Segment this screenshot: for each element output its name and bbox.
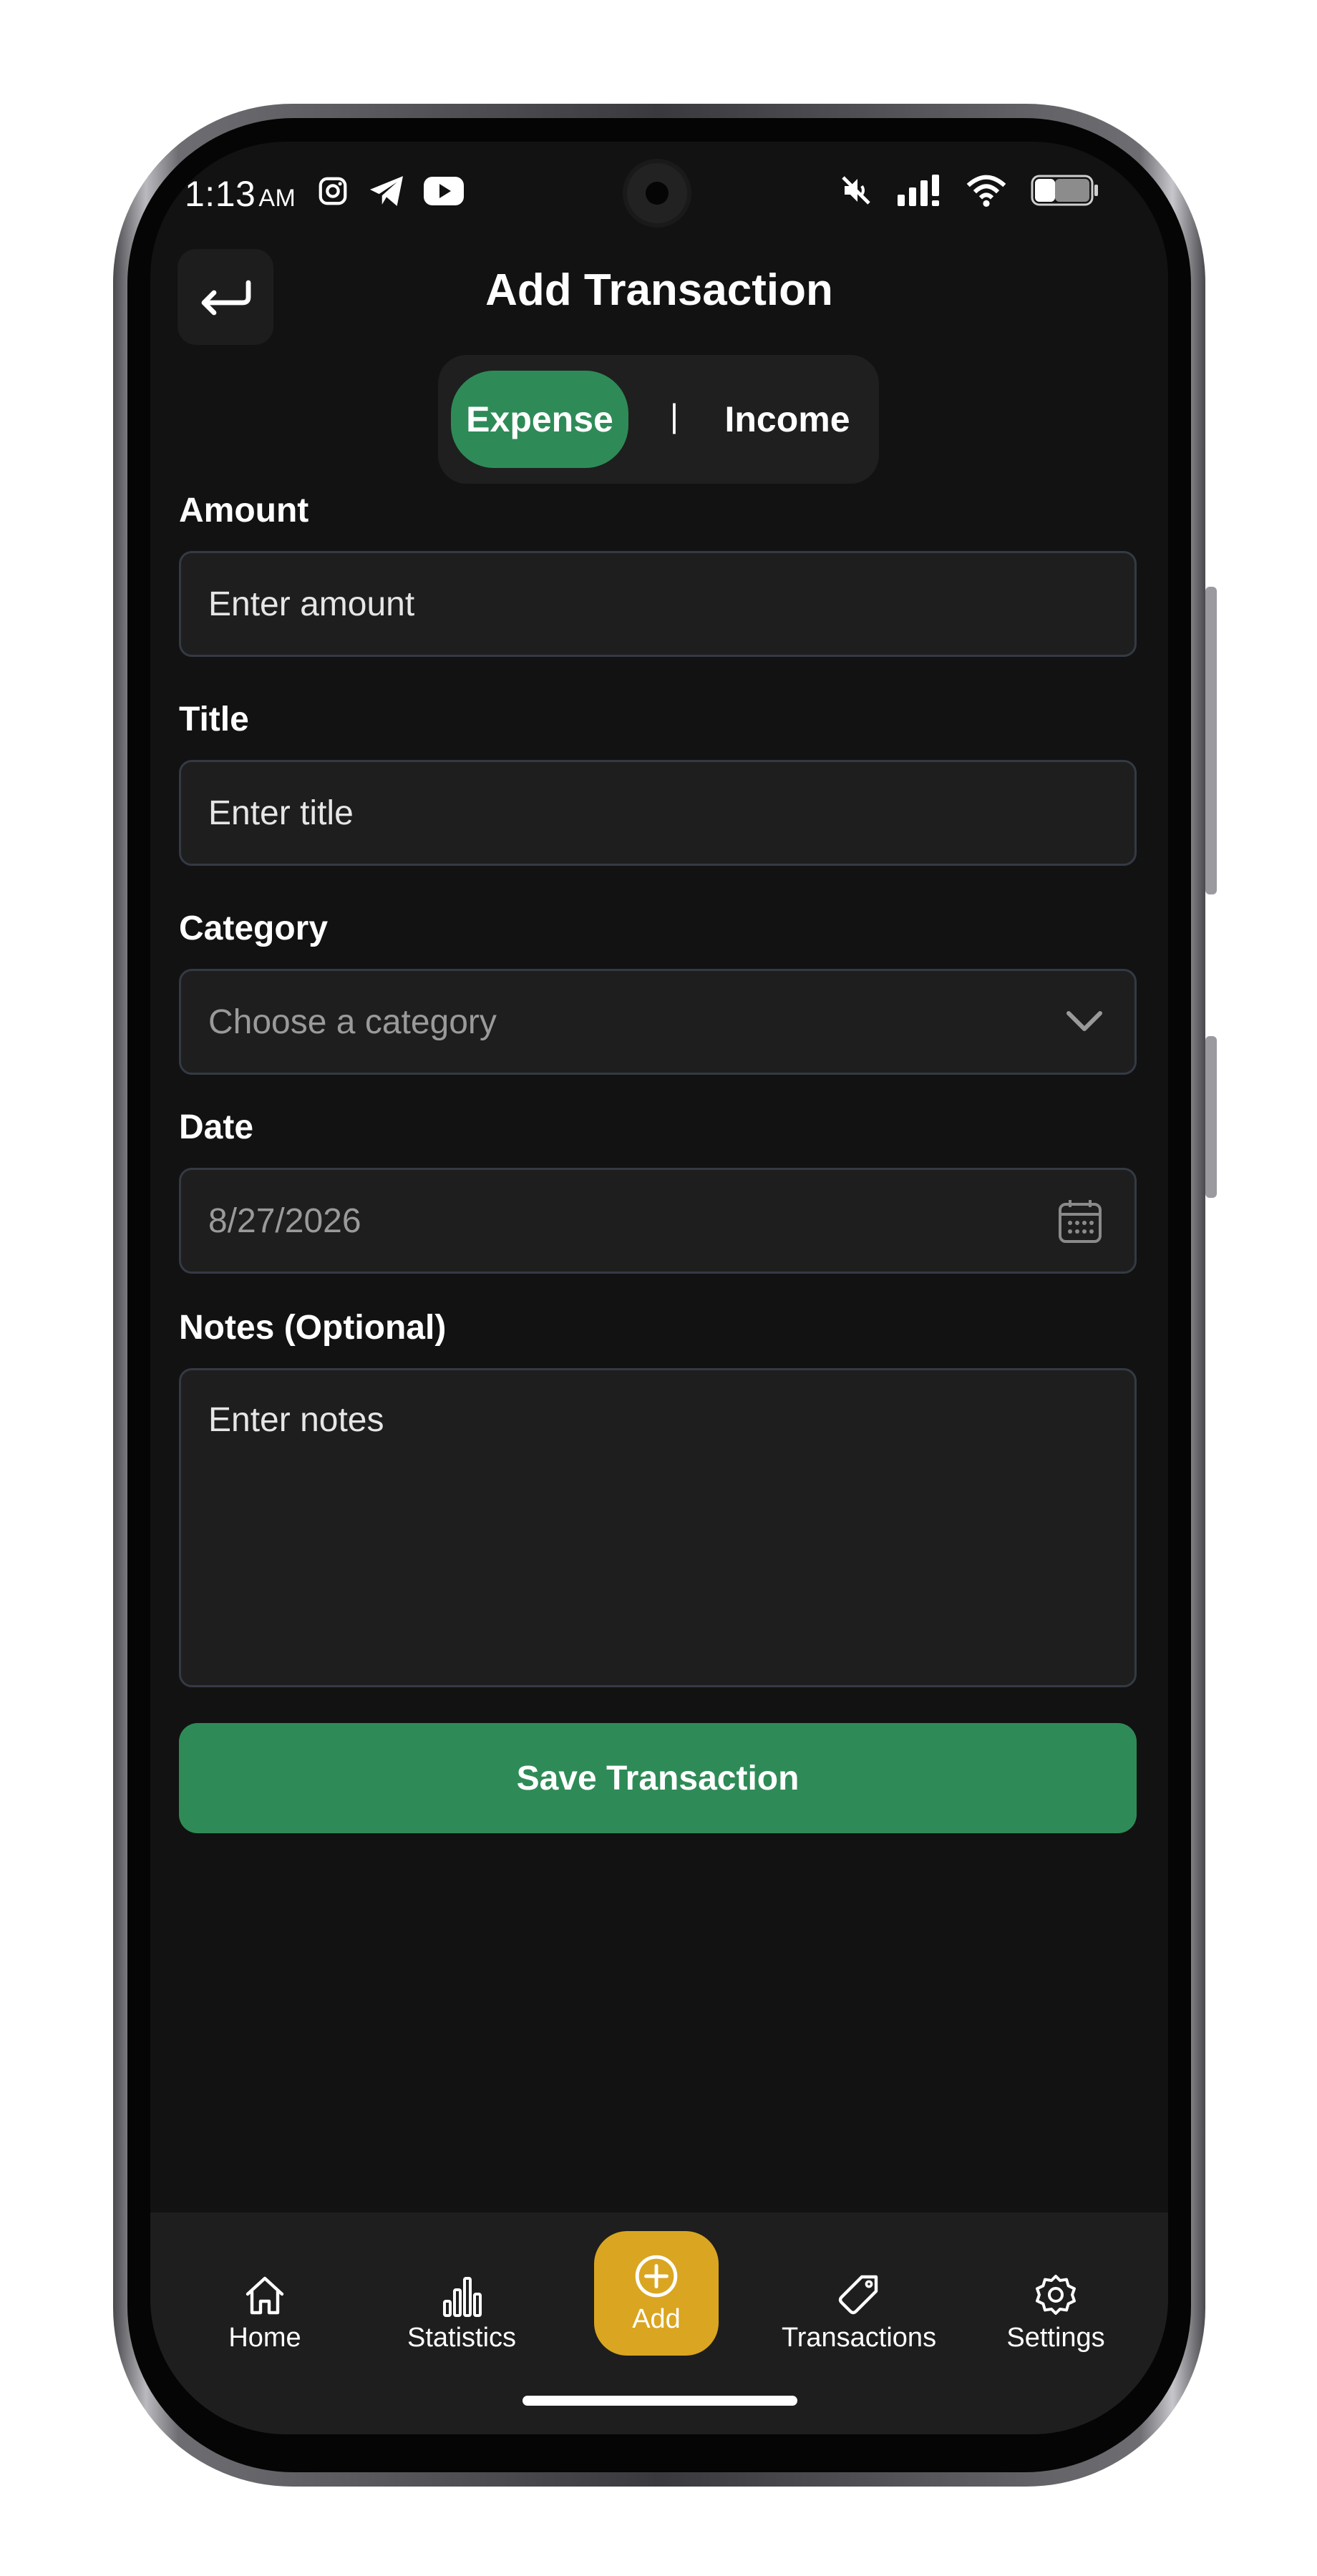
nav-transactions-label: Transactions	[781, 2322, 937, 2353]
status-time: 1:13 AM	[185, 174, 296, 214]
plus-circle-icon	[635, 2255, 678, 2297]
chevron-down-icon	[1066, 1011, 1102, 1031]
save-transaction-button[interactable]: Save Transaction	[179, 1723, 1137, 1833]
app-screen: 1:13 AM Add Transaction Expense | Income …	[150, 142, 1168, 2434]
home-icon	[246, 2276, 284, 2314]
nav-statistics-label: Statistics	[407, 2322, 517, 2353]
power-button	[1205, 1036, 1217, 1198]
gear-icon	[1036, 2274, 1076, 2315]
date-value: 8/27/2026	[208, 1201, 361, 1240]
amount-input[interactable]	[208, 553, 1053, 655]
signal-icon	[898, 175, 939, 206]
page-title: Add Transaction	[485, 265, 833, 315]
income-tab[interactable]: Income	[709, 371, 866, 468]
title-field-container	[179, 760, 1137, 866]
mute-icon	[842, 176, 870, 205]
nav-settings-label: Settings	[1006, 2322, 1105, 2353]
transaction-type-toggle: Expense | Income	[438, 355, 879, 484]
instagram-icon	[319, 177, 347, 205]
volume-button	[1205, 587, 1217, 894]
calendar-icon[interactable]	[1057, 1197, 1103, 1244]
nav-home[interactable]: Home	[172, 2248, 358, 2377]
amount-field-container	[179, 551, 1137, 657]
home-indicator[interactable]	[523, 2396, 797, 2406]
nav-statistics[interactable]: Statistics	[369, 2248, 555, 2377]
nav-home-label: Home	[228, 2322, 301, 2353]
amount-label: Amount	[179, 492, 309, 530]
notes-input[interactable]	[208, 1400, 1053, 1658]
system-status-icons	[839, 173, 1099, 208]
nav-add-label: Add	[632, 2303, 681, 2334]
title-input[interactable]	[208, 762, 1053, 864]
tag-icon	[838, 2275, 878, 2314]
front-camera	[627, 163, 687, 223]
bar-chart-icon	[443, 2276, 482, 2317]
telegram-icon	[370, 176, 403, 206]
notification-icons	[316, 175, 464, 208]
category-label: Category	[179, 909, 329, 947]
expense-tab[interactable]: Expense	[451, 371, 628, 468]
category-placeholder: Choose a category	[208, 1002, 497, 1041]
wifi-icon	[966, 175, 1006, 207]
nav-transactions[interactable]: Transactions	[766, 2248, 952, 2377]
date-field[interactable]: 8/27/2026	[179, 1168, 1137, 1274]
nav-settings[interactable]: Settings	[963, 2248, 1149, 2377]
notes-field-container	[179, 1368, 1137, 1687]
nav-add[interactable]: Add	[594, 2231, 719, 2356]
title-label: Title	[179, 701, 249, 738]
youtube-icon	[424, 177, 464, 205]
battery-icon	[1031, 175, 1098, 206]
notes-label: Notes (Optional)	[179, 1309, 447, 1347]
toggle-separator: |	[670, 397, 679, 434]
date-label: Date	[179, 1108, 254, 1146]
category-select[interactable]: Choose a category	[179, 969, 1137, 1075]
